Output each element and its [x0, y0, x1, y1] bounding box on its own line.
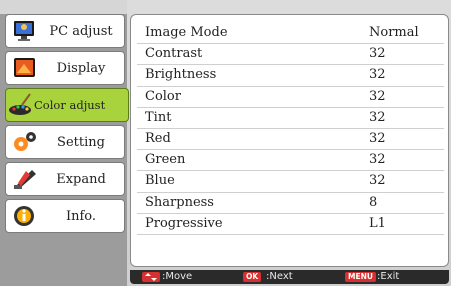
- sidebar-item-label: Expand: [56, 171, 106, 187]
- setting-name: Blue: [145, 173, 175, 189]
- sidebar-item-color-adjust[interactable]: Color adjust: [5, 88, 129, 122]
- setting-name: Sharpness: [145, 194, 214, 210]
- setting-row-image-mode[interactable]: Image Mode Normal: [137, 23, 444, 45]
- sidebar-item-expand[interactable]: Expand: [5, 162, 125, 196]
- sidebar: PC adjust Display Color adjust Setting E…: [5, 14, 129, 236]
- setting-row-progressive[interactable]: Progressive L1: [137, 214, 444, 235]
- menu-key-badge: MENU: [345, 272, 376, 282]
- sidebar-item-setting[interactable]: Setting: [5, 125, 125, 159]
- setting-name: Tint: [145, 109, 172, 125]
- sidebar-item-label: Color adjust: [34, 98, 106, 112]
- setting-value: L1: [369, 215, 386, 231]
- setting-value: Normal: [369, 25, 419, 40]
- setting-row-sharpness[interactable]: Sharpness 8: [137, 193, 444, 214]
- setting-row-color[interactable]: Color 32: [137, 87, 444, 108]
- sidebar-item-label: PC adjust: [49, 23, 113, 39]
- setting-name: Red: [145, 130, 171, 146]
- ok-key-badge: OK: [243, 272, 262, 282]
- setting-value: 32: [369, 173, 386, 189]
- setting-row-brightness[interactable]: Brightness 32: [137, 65, 444, 87]
- gears-icon: [12, 130, 38, 154]
- setting-value: 32: [369, 88, 386, 104]
- setting-name: Image Mode: [145, 25, 228, 40]
- info-icon: [12, 204, 38, 228]
- palette-icon: [8, 93, 34, 117]
- sidebar-item-label: Info.: [65, 208, 97, 224]
- updown-key-icon: [142, 272, 160, 282]
- projector-menu: PC adjust Display Color adjust Setting E…: [0, 0, 451, 286]
- display-icon: [12, 56, 38, 80]
- setting-value: 32: [369, 109, 386, 125]
- setting-value: 32: [369, 130, 386, 146]
- setting-name: Green: [145, 152, 186, 168]
- sidebar-item-info[interactable]: Info.: [5, 199, 125, 233]
- setting-name: Brightness: [145, 67, 217, 83]
- setting-value: 32: [369, 67, 386, 83]
- sidebar-item-label: Setting: [57, 134, 105, 150]
- setting-name: Color: [145, 88, 181, 104]
- footer-next-label: :Next: [266, 271, 293, 282]
- setting-row-tint[interactable]: Tint 32: [137, 108, 444, 129]
- setting-name: Progressive: [145, 215, 223, 231]
- setting-row-red[interactable]: Red 32: [137, 129, 444, 151]
- setting-row-contrast[interactable]: Contrast 32: [137, 44, 444, 66]
- setting-value: 32: [369, 46, 386, 62]
- setting-value: 32: [369, 152, 386, 168]
- sidebar-item-display[interactable]: Display: [5, 51, 125, 85]
- sidebar-item-pc-adjust[interactable]: PC adjust: [5, 14, 125, 48]
- setting-value: 8: [369, 194, 378, 210]
- setting-row-green[interactable]: Green 32: [137, 150, 444, 172]
- monitor-icon: [12, 19, 38, 43]
- sidebar-item-label: Display: [56, 60, 106, 76]
- expand-icon: [12, 167, 38, 191]
- footer-move-label: :Move: [162, 271, 193, 282]
- settings-panel: Image Mode Normal Contrast 32 Brightness…: [130, 14, 449, 267]
- footer-exit-label: :Exit: [377, 271, 400, 282]
- footer-hint-bar: :Move OK :Next MENU :Exit: [130, 270, 449, 284]
- setting-row-blue[interactable]: Blue 32: [137, 171, 444, 193]
- setting-name: Contrast: [145, 46, 203, 62]
